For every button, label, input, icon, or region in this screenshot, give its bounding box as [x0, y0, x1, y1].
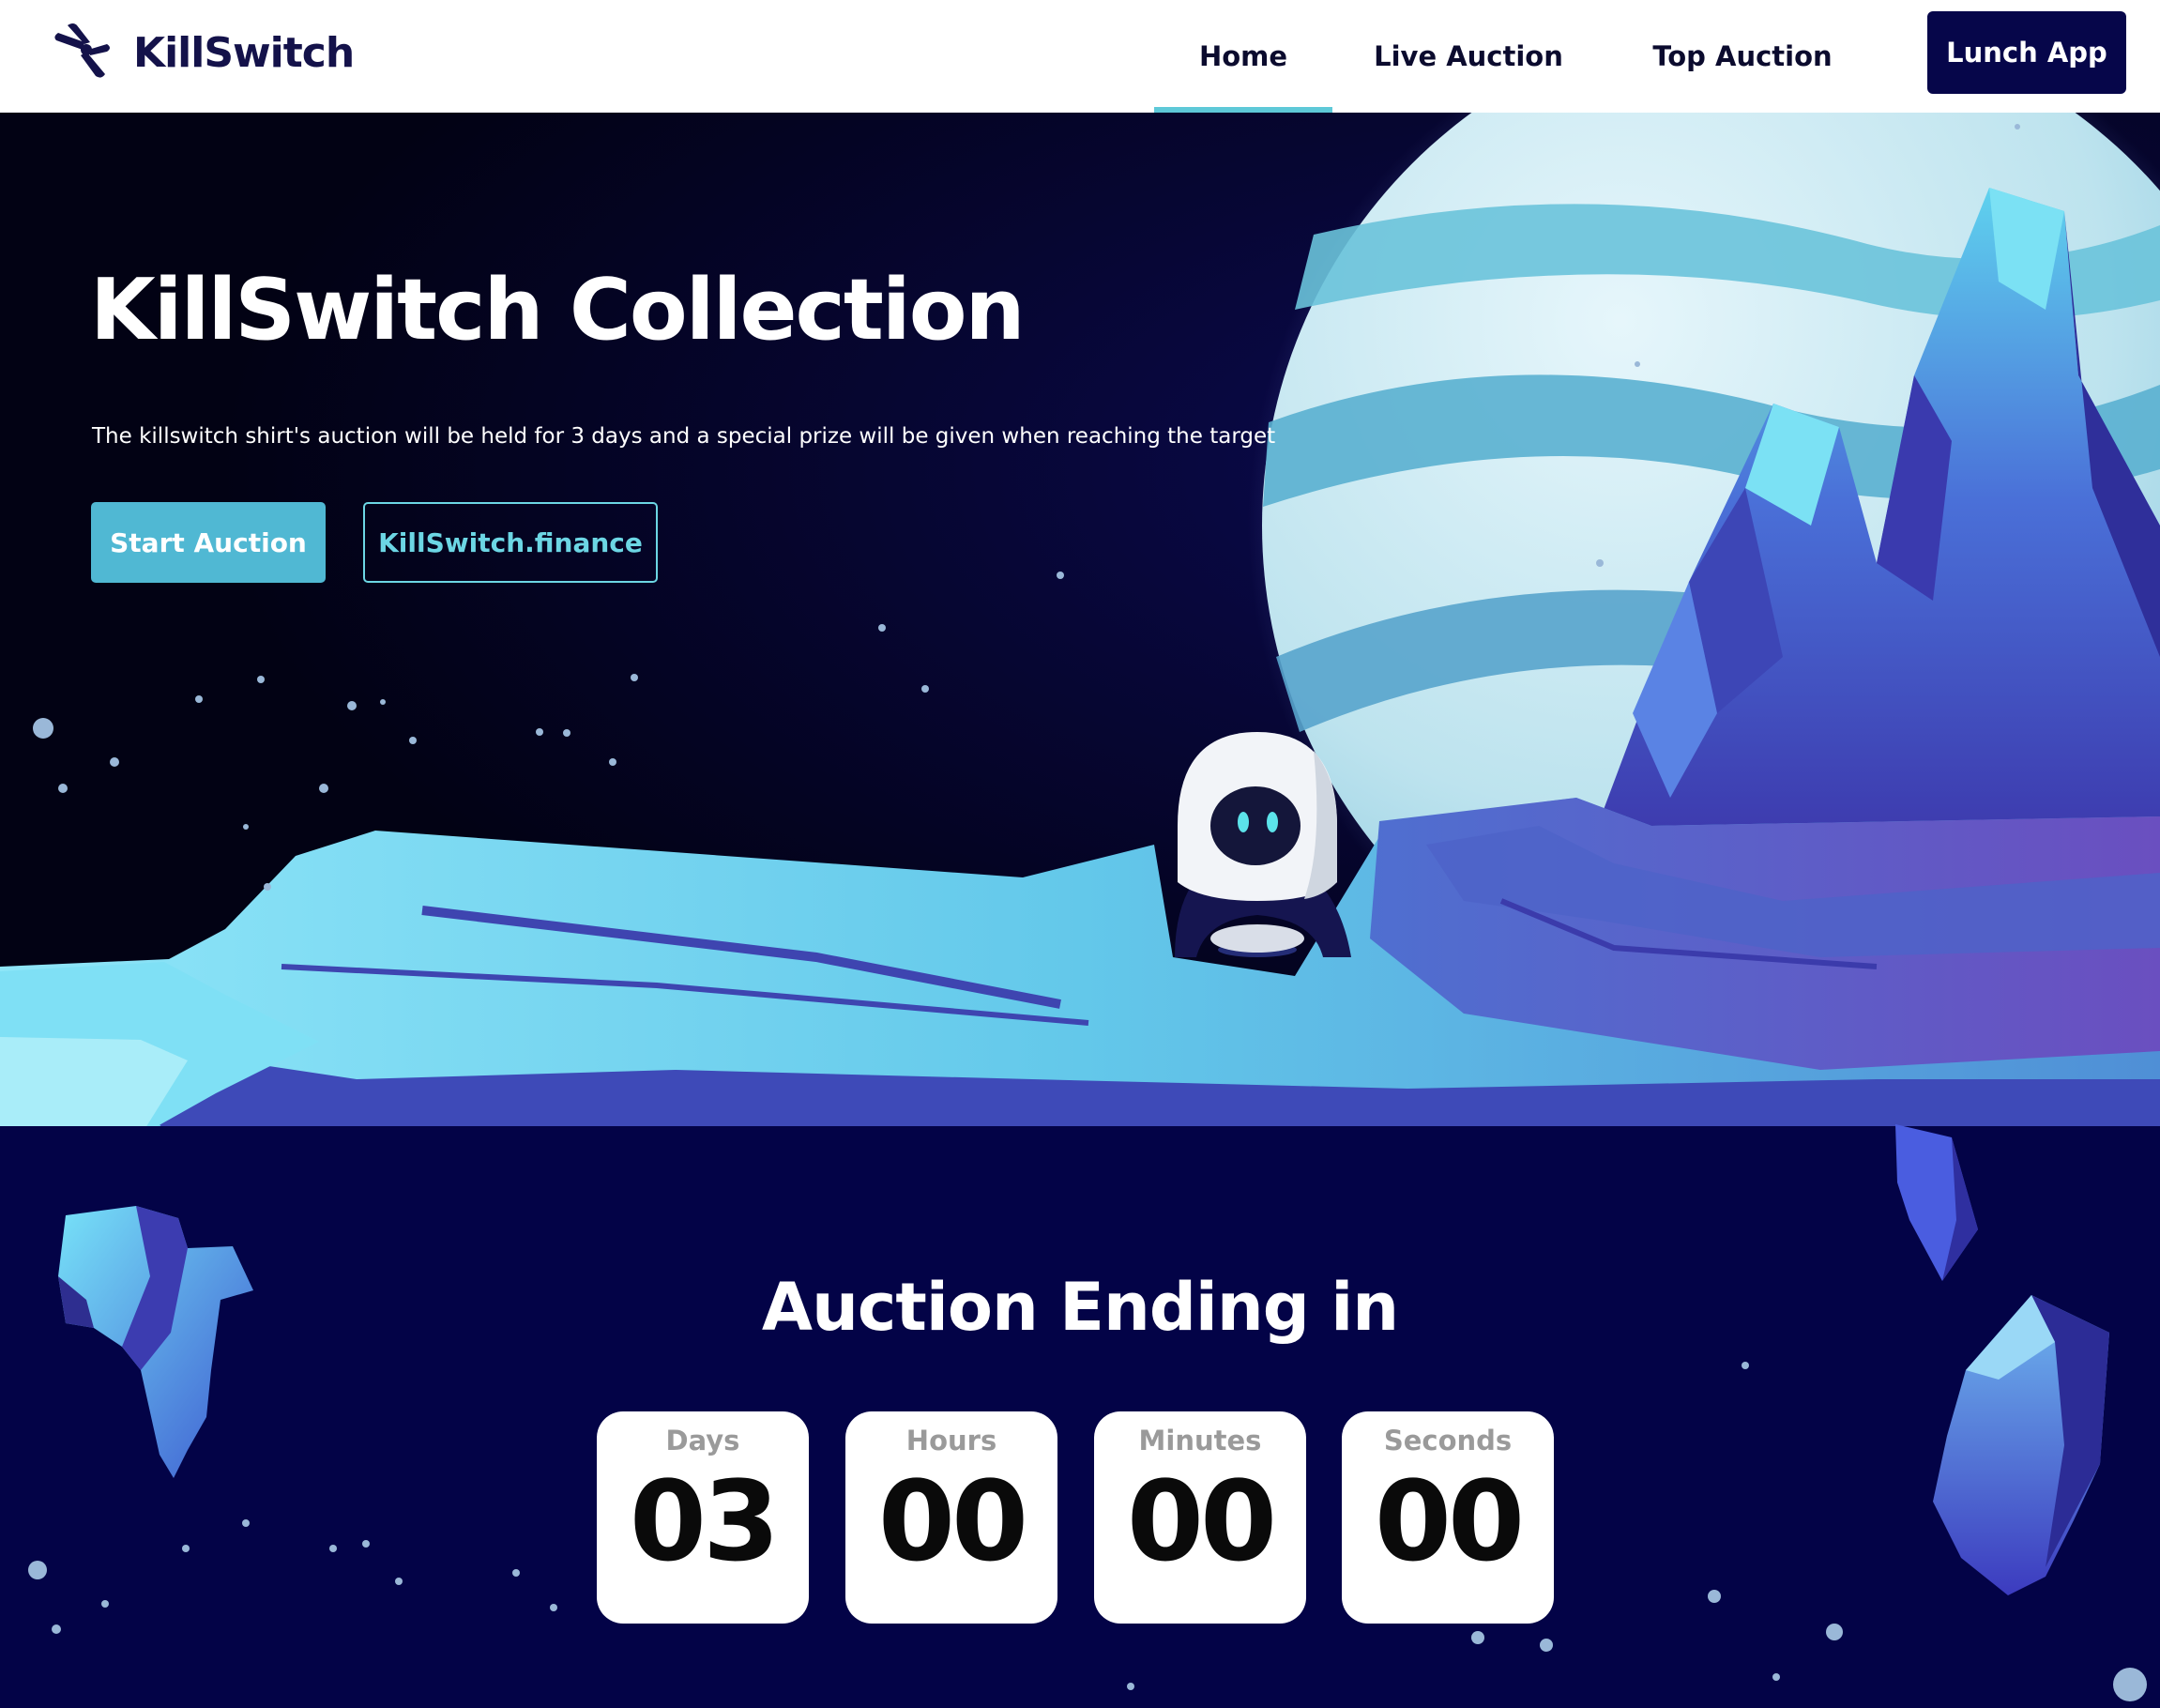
countdown-hours-value: 00: [877, 1456, 1028, 1586]
countdown-minutes: Minutes 00: [1094, 1411, 1306, 1624]
brand-name: KillSwitch: [133, 28, 355, 77]
countdown-days-value: 03: [629, 1456, 780, 1586]
brand-logo[interactable]: KillSwitch: [51, 23, 355, 83]
hero-subtitle: The killswitch shirt's auction will be h…: [92, 424, 1276, 449]
countdown-hours-label: Hours: [905, 1425, 997, 1456]
countdown-days-label: Days: [665, 1425, 740, 1456]
killswitch-finance-button[interactable]: KillSwitch.finance: [363, 502, 658, 583]
start-auction-button[interactable]: Start Auction: [91, 502, 326, 583]
launch-app-button[interactable]: Lunch App: [1927, 11, 2126, 94]
countdown-seconds-value: 00: [1374, 1456, 1525, 1586]
killswitch-propeller-icon: [54, 23, 110, 78]
countdown-hours: Hours 00: [845, 1411, 1057, 1624]
site-header: KillSwitch Home Live Auction Top Auction…: [0, 0, 2160, 113]
hero-title: KillSwitch Collection: [90, 261, 1026, 359]
countdown-minutes-value: 00: [1126, 1456, 1277, 1586]
countdown-days: Days 03: [597, 1411, 809, 1624]
countdown-seconds-label: Seconds: [1383, 1425, 1513, 1456]
countdown-seconds: Seconds 00: [1342, 1411, 1554, 1624]
countdown-title: Auction Ending in: [761, 1269, 1399, 1346]
nav-home[interactable]: Home: [1154, 0, 1332, 113]
countdown-minutes-label: Minutes: [1138, 1425, 1262, 1456]
nav-top-auction[interactable]: Top Auction: [1633, 0, 1852, 113]
nav-live-auction[interactable]: Live Auction: [1351, 0, 1586, 113]
